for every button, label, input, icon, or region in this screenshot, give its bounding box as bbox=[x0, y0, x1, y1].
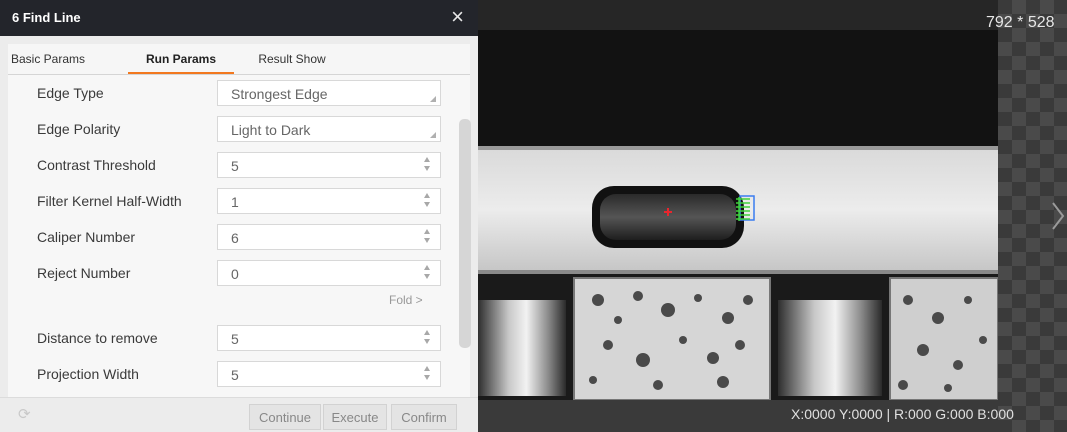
param-value: 1 bbox=[231, 194, 239, 210]
spin-arrows-icon[interactable] bbox=[424, 193, 432, 209]
edge-polarity-select[interactable]: Light to Dark bbox=[217, 116, 441, 142]
close-icon[interactable]: × bbox=[451, 5, 464, 29]
param-value: Light to Dark bbox=[231, 122, 311, 138]
contrast-threshold-stepper[interactable]: 5 bbox=[217, 152, 441, 178]
param-value: 5 bbox=[231, 158, 239, 174]
spin-arrows-icon[interactable] bbox=[424, 265, 432, 281]
param-value: 5 bbox=[231, 367, 239, 383]
param-row-contrast-threshold: Contrast Threshold 5 bbox=[8, 147, 470, 183]
dropdown-corner-icon bbox=[430, 96, 436, 102]
param-label: Edge Polarity bbox=[37, 121, 121, 137]
param-value: 6 bbox=[231, 230, 239, 246]
continue-button[interactable]: Continue bbox=[249, 404, 321, 430]
param-row-reject-number: Reject Number 0 bbox=[8, 255, 470, 291]
param-label: Edge Type bbox=[37, 85, 104, 101]
filter-kernel-stepper[interactable]: 1 bbox=[217, 188, 441, 214]
param-label: Contrast Threshold bbox=[37, 157, 156, 173]
dialog-title: 6 Find Line bbox=[12, 10, 81, 25]
confirm-button[interactable]: Confirm bbox=[391, 404, 457, 430]
param-value: 0 bbox=[231, 266, 239, 282]
slot-interior bbox=[600, 194, 736, 240]
distance-to-remove-stepper[interactable]: 5 bbox=[217, 325, 441, 351]
params-panel: Edge Type Strongest Edge Edge Polarity L… bbox=[8, 75, 470, 397]
param-value: Strongest Edge bbox=[231, 86, 328, 102]
dialog-footer: ⟳ Continue Execute Confirm bbox=[0, 397, 478, 432]
spin-arrows-icon[interactable] bbox=[424, 229, 432, 245]
caliper-number-stepper[interactable]: 6 bbox=[217, 224, 441, 250]
dialog-titlebar[interactable]: 6 Find Line × bbox=[0, 0, 478, 36]
pixel-info-readout: X:0000 Y:0000 | R:000 G:000 B:000 bbox=[791, 406, 1014, 422]
reject-number-stepper[interactable]: 0 bbox=[217, 260, 441, 286]
chevron-right-icon[interactable] bbox=[1050, 200, 1066, 232]
param-value: 5 bbox=[231, 331, 239, 347]
tab-basic-params[interactable]: Basic Params bbox=[8, 44, 88, 74]
spin-arrows-icon[interactable] bbox=[424, 330, 432, 346]
param-row-edge-polarity: Edge Polarity Light to Dark bbox=[8, 111, 470, 147]
image-size-readout: 792 * 528 bbox=[986, 14, 1055, 31]
param-row-edge-type: Edge Type Strongest Edge bbox=[8, 75, 470, 111]
find-line-dialog: 6 Find Line × Basic Params Run Params Re… bbox=[0, 0, 478, 432]
projection-width-stepper[interactable]: 5 bbox=[217, 361, 441, 387]
execute-button[interactable]: Execute bbox=[323, 404, 387, 430]
spin-arrows-icon[interactable] bbox=[424, 157, 432, 173]
param-label: Reject Number bbox=[37, 265, 131, 281]
param-label: Distance to remove bbox=[37, 330, 158, 346]
fold-link[interactable]: Fold > bbox=[389, 293, 423, 307]
param-label: Filter Kernel Half-Width bbox=[37, 193, 182, 209]
camera-image[interactable] bbox=[478, 0, 998, 432]
image-viewer[interactable]: 792 * 528 X:0000 Y:0000 | R:000 G:000 B:… bbox=[478, 0, 1067, 432]
edge-type-select[interactable]: Strongest Edge bbox=[217, 80, 441, 106]
param-label: Projection Width bbox=[37, 366, 139, 382]
param-row-caliper-number: Caliper Number 6 bbox=[8, 219, 470, 255]
param-row-distance-to-remove: Distance to remove 5 bbox=[8, 320, 470, 356]
dropdown-corner-icon bbox=[430, 132, 436, 138]
params-scrollbar[interactable] bbox=[459, 119, 471, 348]
param-row-filter-kernel: Filter Kernel Half-Width 1 bbox=[8, 183, 470, 219]
param-label: Caliper Number bbox=[37, 229, 136, 245]
spin-arrows-icon[interactable] bbox=[424, 366, 432, 382]
reset-icon[interactable]: ⟳ bbox=[18, 407, 34, 423]
tab-bar: Basic Params Run Params Result Show bbox=[8, 44, 470, 75]
param-row-projection-width: Projection Width 5 bbox=[8, 356, 470, 392]
tab-run-params[interactable]: Run Params bbox=[128, 44, 234, 74]
tab-result-show[interactable]: Result Show bbox=[246, 44, 338, 74]
